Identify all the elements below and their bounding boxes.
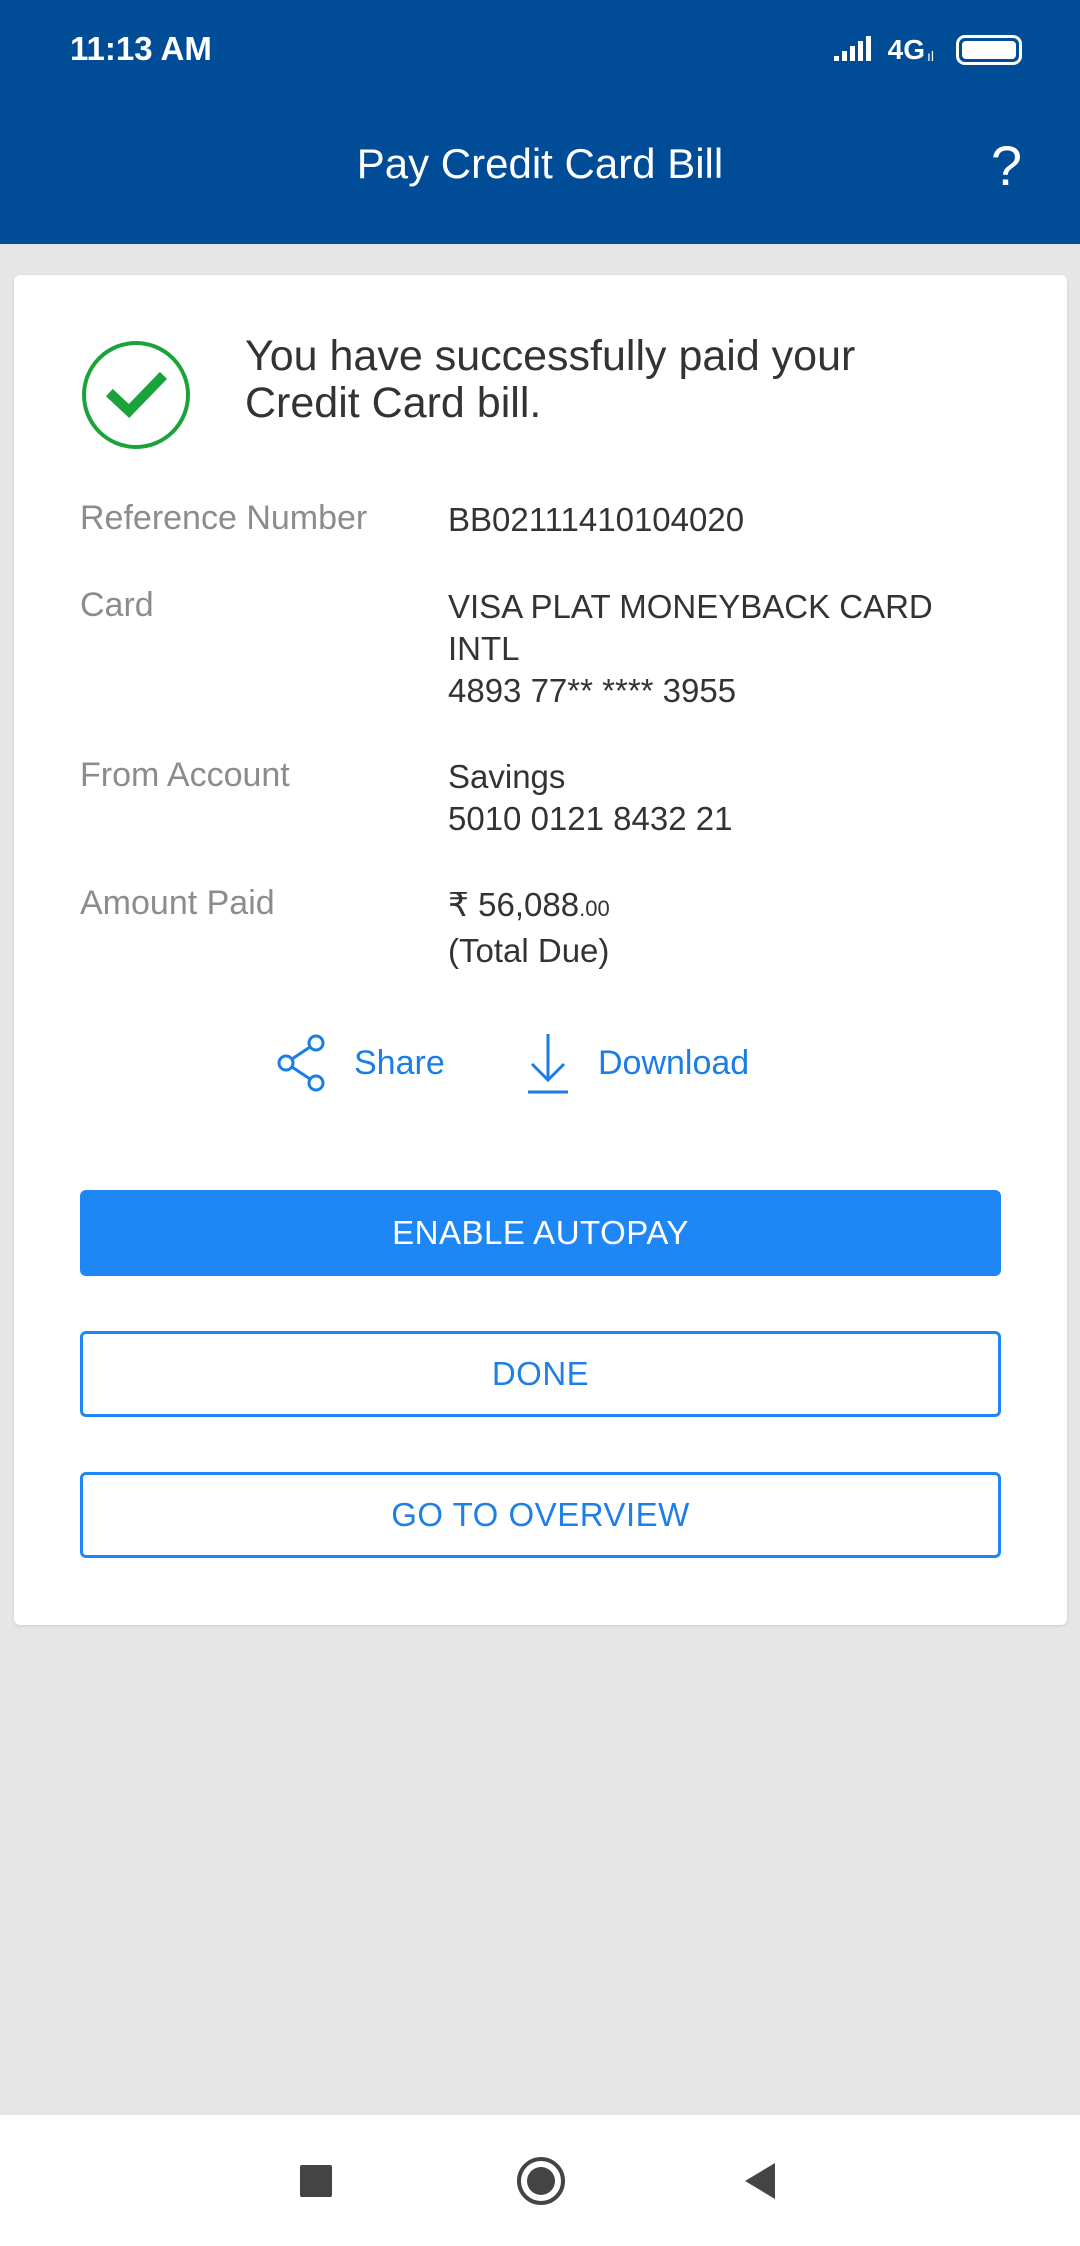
go-to-overview-button[interactable]: GO TO OVERVIEW	[80, 1472, 1001, 1558]
battery-icon	[956, 35, 1022, 65]
download-icon	[528, 1034, 568, 1094]
page-title: Pay Credit Card Bill	[356, 140, 724, 187]
back-triangle-icon[interactable]	[743, 2161, 777, 2201]
amount-paid: ₹ 56,088.00	[448, 884, 1008, 930]
enable-autopay-button[interactable]: ENABLE AUTOPAY	[80, 1190, 1001, 1276]
success-message: You have successfully paid your Credit C…	[245, 332, 856, 427]
status-indicators: 4G ıl	[833, 30, 1022, 70]
done-button[interactable]: DONE	[80, 1331, 1001, 1417]
status-bar: 11:13 AM 4G ıl	[0, 0, 1080, 100]
from-account-label: From Account	[80, 756, 290, 794]
check-circle-icon	[82, 341, 190, 449]
reference-number: BB02111410104020	[448, 501, 745, 538]
receipt-actions: Share Download	[14, 1023, 1067, 1103]
download-label: Download	[598, 1043, 750, 1082]
system-nav-bar	[0, 2115, 1080, 2246]
card-name-cont: INTL	[448, 630, 520, 667]
download-button[interactable]: Download	[524, 1023, 749, 1103]
amount-value: ₹ 56,088.00 (Total Due)	[448, 884, 1008, 972]
network-activity: ıl	[927, 48, 934, 64]
amount-integer: 56,088	[478, 886, 580, 923]
amount-label: Amount Paid	[80, 884, 275, 922]
from-account-value: Savings 5010 0121 8432 21	[448, 756, 1008, 840]
card-name: VISA PLAT MONEYBACK CARD	[448, 588, 933, 625]
share-button[interactable]: Share	[276, 1023, 445, 1103]
app-bar: 11:13 AM 4G ıl Pay Credit Card Bill ?	[0, 0, 1080, 244]
account-type: Savings	[448, 758, 566, 795]
signal-icon	[833, 36, 871, 61]
share-label: Share	[354, 1043, 445, 1082]
confirmation-card: You have successfully paid your Credit C…	[14, 275, 1067, 1625]
amount-note: (Total Due)	[448, 932, 610, 969]
card-number: 4893 77** **** 3955	[448, 672, 737, 709]
card-label: Card	[80, 586, 154, 624]
home-circle-icon[interactable]	[515, 2155, 567, 2207]
share-icon	[277, 1034, 325, 1092]
currency-symbol: ₹	[448, 886, 469, 923]
reference-label: Reference Number	[80, 499, 368, 537]
network-type: 4G	[887, 34, 925, 65]
status-time: 11:13 AM	[70, 30, 212, 67]
recents-square-icon[interactable]	[300, 2165, 332, 2197]
amount-decimal: .00	[579, 896, 610, 921]
account-number: 5010 0121 8432 21	[448, 800, 733, 837]
card-value: VISA PLAT MONEYBACK CARD INTL 4893 77** …	[448, 586, 1008, 712]
help-button[interactable]: ?	[991, 136, 1022, 196]
reference-value: BB02111410104020	[448, 499, 1008, 541]
